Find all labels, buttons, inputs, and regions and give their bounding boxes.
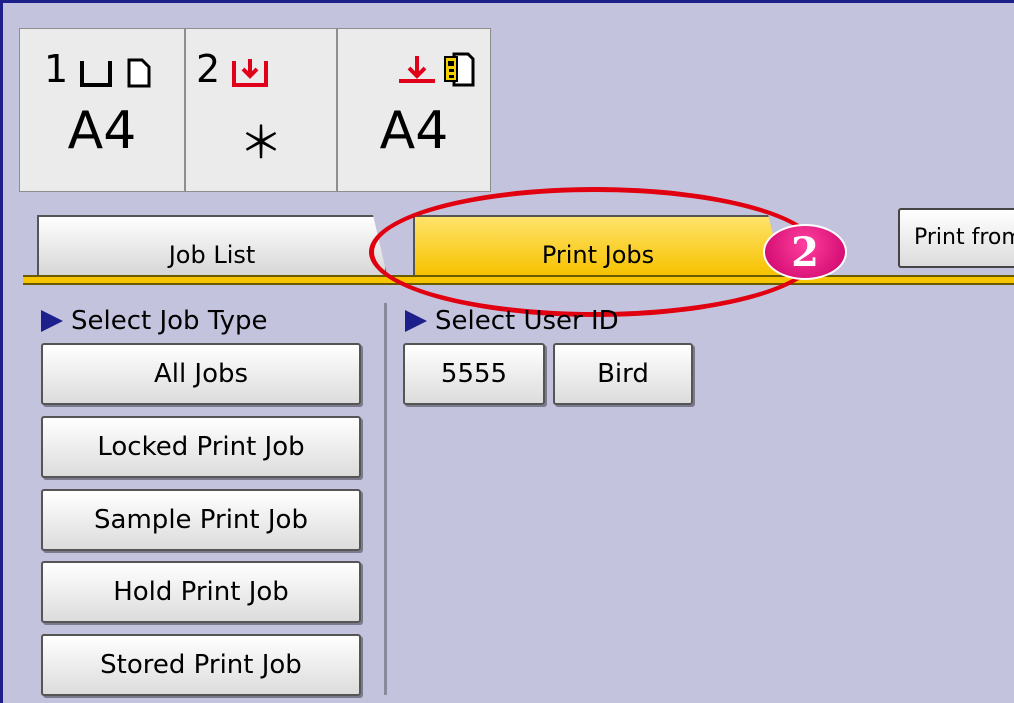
bypass-tray-status[interactable]: A4 (337, 28, 491, 192)
print-from-button[interactable]: Print from (898, 208, 1014, 268)
tray-1-status[interactable]: 1 A4 (19, 28, 185, 192)
bypass-paper-size: A4 (379, 101, 449, 161)
triangle-right-icon (41, 310, 63, 332)
paper-sheet-icon (127, 58, 151, 88)
user-id-bird-button[interactable]: Bird (553, 343, 693, 405)
tab-job-list[interactable]: Job List (37, 215, 387, 275)
tray-1-paper-size: A4 (67, 101, 137, 161)
sample-print-job-button[interactable]: Sample Print Job (41, 489, 361, 551)
triangle-right-icon (405, 310, 427, 332)
job-type-section-label: Select Job Type (41, 306, 268, 336)
section-divider (384, 303, 387, 695)
tray-2-number: 2 (196, 47, 221, 91)
print-job-screen: 1 A4 2 ＊ A4 Job List Print Jobs Print fr… (0, 0, 1014, 703)
paper-key-icon (444, 52, 475, 87)
hold-print-job-button[interactable]: Hold Print Job (41, 561, 361, 623)
user-id-section-label: Select User ID (405, 306, 619, 336)
all-jobs-button[interactable]: All Jobs (41, 343, 361, 405)
tray-2-paper-size: ＊ (239, 118, 283, 169)
tray-2-status[interactable]: 2 ＊ (185, 28, 337, 192)
locked-print-job-button[interactable]: Locked Print Job (41, 416, 361, 478)
tray-arrow-icon (232, 59, 268, 87)
highlight-ellipse (369, 187, 821, 317)
user-id-label: Select User ID (435, 306, 619, 336)
user-id-5555-button[interactable]: 5555 (403, 343, 545, 405)
tray-1-number: 1 (44, 47, 69, 91)
tray-icon (80, 61, 112, 87)
step-badge: 2 (763, 224, 847, 280)
stored-print-job-button[interactable]: Stored Print Job (41, 634, 361, 696)
job-type-label: Select Job Type (71, 306, 268, 336)
bypass-arrow-icon (399, 56, 435, 83)
